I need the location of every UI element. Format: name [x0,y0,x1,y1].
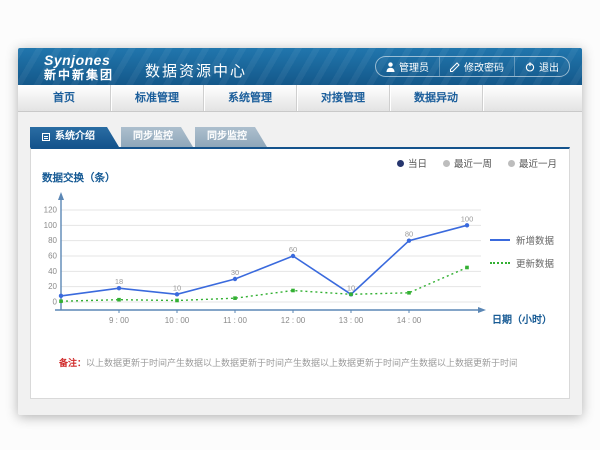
logout-button[interactable]: 退出 [514,57,569,76]
tab-3[interactable]: 同步监控 [195,127,267,147]
x-axis-arrow [478,307,486,313]
data-point [233,296,237,300]
radio-dot [397,160,404,167]
document-icon [42,133,50,141]
user-toolbar: 管理员 修改密码 退出 [375,56,570,77]
data-point [291,289,295,293]
y-tick-label: 60 [48,252,57,261]
data-point-label: 80 [405,230,413,239]
data-point-label: 100 [461,214,474,223]
data-point [407,291,411,295]
x-tick-label: 9 : 00 [109,316,130,325]
top-header: Synjones 新中新集团 数据资源中心 管理员 修改密码 [18,48,582,85]
chart-legend: 新增数据更新数据 [490,233,554,270]
logout-label: 退出 [539,59,559,74]
data-point [59,299,63,303]
radio-label: 最近一月 [519,156,557,170]
x-tick-label: 14 : 00 [397,316,422,325]
x-axis-title: 日期（小时） [492,313,552,326]
radio-label: 当日 [408,156,427,170]
chart-panel: 当日 最近一周 最近一月 数据交换（条） 0 20 40 60 80 100 120 9 : 00… [30,147,570,399]
tab-label: 同步监控 [207,127,247,147]
y-tick-label: 100 [44,221,58,230]
edit-icon [450,62,460,72]
tab-label: 系统介绍 [55,127,95,147]
x-tick-label: 11 : 00 [223,316,247,325]
data-point [407,238,411,242]
current-user-button[interactable]: 管理员 [376,57,439,76]
nav-item-4[interactable]: 对接管理 [297,85,390,111]
tab-2[interactable]: 同步监控 [121,127,193,147]
data-point [117,298,121,302]
legend-label: 更新数据 [516,256,554,270]
y-axis-title: 数据交换（条） [42,170,116,185]
data-point [175,292,179,296]
legend-line-sample [490,262,510,264]
data-point [117,286,121,290]
radio-option-2[interactable]: 最近一周 [443,156,492,170]
tab-1[interactable]: 系统介绍 [30,127,119,147]
logo-text-en: Synjones [44,53,114,67]
company-logo: Synjones 新中新集团 [44,53,114,81]
time-range-radios: 当日 最近一周 最近一月 [397,156,557,170]
nav-item-1[interactable]: 首页 [18,85,111,111]
app-window: Synjones 新中新集团 数据资源中心 管理员 修改密码 [18,48,582,415]
change-password-label: 修改密码 [464,59,504,74]
data-point [465,266,469,270]
nav-item-2[interactable]: 标准管理 [111,85,204,111]
tab-label: 同步监控 [133,127,173,147]
x-tick-label: 10 : 00 [165,316,190,325]
logo-text-cn: 新中新集团 [44,69,114,81]
current-user-label: 管理员 [399,59,429,74]
data-point-label: 18 [115,277,123,286]
page-title: 数据资源中心 [130,52,247,81]
footnote-prefix: 备注： [59,358,86,368]
footnote-text: 以上数据更新于时间产生数据以上数据更新于时间产生数据以上数据更新于时间产生数据以… [86,358,517,368]
legend-label: 新增数据 [516,233,554,247]
radio-option-3[interactable]: 最近一月 [508,156,557,170]
data-point-label: 10 [173,283,181,292]
y-tick-label: 40 [48,267,57,276]
footnote: 备注：以上数据更新于时间产生数据以上数据更新于时间产生数据以上数据更新于时间产生… [59,356,517,369]
radio-dot [508,160,515,167]
data-point [59,294,63,298]
power-icon [525,62,535,72]
change-password-button[interactable]: 修改密码 [439,57,514,76]
y-tick-label: 80 [48,236,57,245]
legend-item-2[interactable]: 更新数据 [490,256,554,270]
main-content: 系统介绍 同步监控 同步监控 当日 最近一周 最近一月 数据交换（条） 0 20 40 60 8… [18,112,582,414]
data-point [349,293,353,297]
data-point [291,254,295,258]
data-point-label: 30 [231,268,239,277]
nav-item-5[interactable]: 数据异动 [390,85,483,111]
x-tick-label: 13 : 00 [339,316,364,325]
data-point [233,277,237,281]
legend-item-1[interactable]: 新增数据 [490,233,554,247]
user-icon [386,62,395,72]
radio-option-1[interactable]: 当日 [397,156,427,170]
legend-line-sample [490,239,510,241]
x-tick-label: 12 : 00 [281,316,306,325]
radio-label: 最近一周 [454,156,492,170]
data-point-label: 60 [289,245,297,254]
y-axis-arrow [58,192,64,200]
y-tick-label: 20 [48,282,57,291]
nav-menu: 首页标准管理系统管理对接管理数据异动 [18,85,582,112]
radio-dot [443,160,450,167]
nav-item-3[interactable]: 系统管理 [204,85,297,111]
data-point [465,223,469,227]
tab-bar: 系统介绍 同步监控 同步监控 [30,127,269,147]
data-point [175,299,179,303]
y-tick-label: 0 [53,298,58,307]
y-tick-label: 120 [44,206,58,215]
data-point-label: 10 [347,283,355,292]
